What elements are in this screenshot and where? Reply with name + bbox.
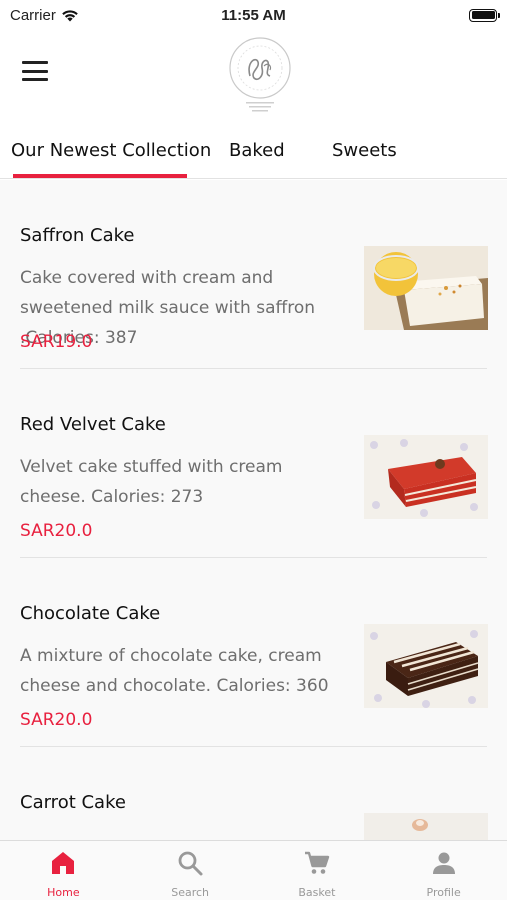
- menu-line: [22, 61, 48, 64]
- nav-search[interactable]: Search: [127, 841, 254, 900]
- tab-baked[interactable]: Baked: [229, 140, 285, 161]
- wifi-icon: [62, 9, 78, 21]
- status-left: Carrier: [10, 7, 79, 24]
- menu-line: [22, 69, 48, 73]
- nav-home[interactable]: Home: [0, 841, 127, 900]
- nav-basket[interactable]: Basket: [254, 841, 381, 900]
- nav-label: Home: [47, 886, 80, 899]
- status-bar: Carrier 11:55 AM: [0, 0, 507, 30]
- nav-label: Basket: [298, 886, 336, 899]
- bottom-nav: Home Search Basket Profile: [0, 840, 507, 900]
- product-price: SAR20.0: [20, 710, 93, 730]
- profile-icon: [432, 852, 455, 874]
- product-list[interactable]: Saffron Cake Cake covered with cream and…: [0, 180, 507, 840]
- app-header: [0, 30, 507, 120]
- cart-icon: [304, 851, 330, 874]
- search-icon: [178, 851, 203, 876]
- brand-logo: [229, 37, 291, 112]
- product-description: A mixture of chocolate cake, cream chees…: [20, 646, 329, 696]
- battery-icon: [469, 8, 500, 22]
- chocolate-cake-photo[interactable]: [364, 624, 488, 708]
- menu-line: [22, 78, 48, 81]
- tab-our-newest-collection[interactable]: Our Newest Collection: [11, 140, 211, 161]
- nav-label: Profile: [426, 886, 461, 899]
- product-price: SAR19.0: [20, 332, 93, 352]
- list-item[interactable]: Chocolate Cake A mixture of chocolate ca…: [0, 558, 507, 747]
- red-velvet-cake-photo[interactable]: [364, 435, 488, 519]
- nav-profile[interactable]: Profile: [380, 841, 507, 900]
- product-price: SAR20.0: [20, 521, 93, 541]
- carrier-label: Carrier: [10, 6, 56, 24]
- list-item[interactable]: Red Velvet Cake Velvet cake stuffed with…: [0, 369, 507, 558]
- menu-button[interactable]: [22, 61, 48, 81]
- tab-sweets[interactable]: Sweets: [332, 140, 397, 161]
- product-name: Carrot Cake: [20, 792, 126, 813]
- product-name: Red Velvet Cake: [20, 414, 166, 435]
- list-item[interactable]: Carrot Cake: [0, 747, 507, 840]
- carrot-cake-photo[interactable]: [364, 813, 488, 840]
- product-name: Chocolate Cake: [20, 603, 161, 624]
- product-name: Saffron Cake: [20, 225, 135, 246]
- home-icon: [52, 852, 75, 874]
- nav-label: Search: [171, 886, 210, 899]
- category-tabs: Our Newest Collection Baked Sweets: [0, 132, 507, 179]
- list-item[interactable]: Saffron Cake Cake covered with cream and…: [0, 180, 507, 369]
- product-description: Velvet cake stuffed with cream cheese. C…: [20, 457, 283, 507]
- saffron-cake-photo[interactable]: [364, 246, 488, 330]
- active-tab-indicator: [13, 174, 187, 178]
